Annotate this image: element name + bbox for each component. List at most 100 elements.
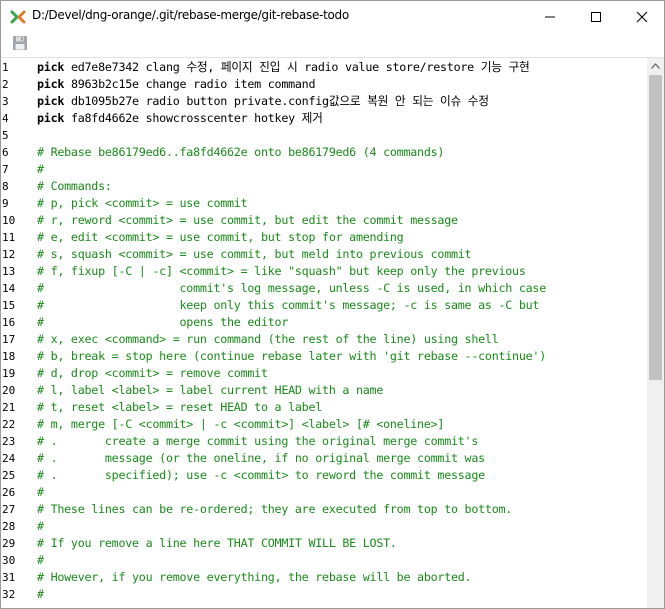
comment-line[interactable]: # keep only this commit's message; -c is… bbox=[37, 297, 539, 314]
line-text: # l, label <label> = label current HEAD … bbox=[37, 383, 384, 397]
comment-line[interactable]: # r, reword <commit> = use commit, but e… bbox=[37, 212, 458, 229]
line-text: # bbox=[37, 553, 44, 567]
comment-line[interactable]: # bbox=[37, 552, 44, 569]
line-number: 25 bbox=[2, 469, 16, 482]
line-number: 27 bbox=[2, 503, 16, 516]
line-number: 19 bbox=[2, 367, 16, 380]
line-text: # f, fixup [-C | -c] <commit> = like "sq… bbox=[37, 264, 526, 278]
line-text: # p, pick <commit> = use commit bbox=[37, 196, 248, 210]
line-number: 5 bbox=[2, 129, 9, 142]
code-line[interactable]: pick 8963b2c15e change radio item comman… bbox=[37, 76, 316, 93]
comment-line[interactable]: # d, drop <commit> = remove commit bbox=[37, 365, 268, 382]
line-text: # t, reset <label> = reset HEAD to a lab… bbox=[37, 400, 323, 414]
comment-line[interactable]: # s, squash <commit> = use commit, but m… bbox=[37, 246, 472, 263]
code-area[interactable]: pick ed7e8e7342 clang 수정, 페이지 진입 시 radio… bbox=[37, 58, 647, 608]
comment-line[interactable]: # b, break = stop here (continue rebase … bbox=[37, 348, 546, 365]
line-text: # x, exec <command> = run command (the r… bbox=[37, 332, 499, 346]
maximize-button[interactable] bbox=[573, 1, 619, 31]
comment-line[interactable]: # . message (or the oneline, if no origi… bbox=[37, 450, 485, 467]
comment-line[interactable]: # m, merge [-C <commit> | -c <commit>] <… bbox=[37, 416, 444, 433]
comment-line[interactable]: # These lines can be re-ordered; they ar… bbox=[37, 501, 512, 518]
scroll-up-button[interactable] bbox=[647, 58, 664, 75]
comment-line[interactable]: # bbox=[37, 161, 44, 178]
comment-line[interactable]: # However, if you remove everything, the… bbox=[37, 569, 472, 586]
comment-line[interactable]: # Commands: bbox=[37, 178, 112, 195]
line-text: # bbox=[37, 485, 44, 499]
line-number: 28 bbox=[2, 520, 16, 533]
line-number-gutter: 1 2 3 4 5 6 7 8 9 10 11 12 13 14 15 16 17 18 19 20 21 22 23 24 2… bbox=[1, 58, 31, 608]
comment-line[interactable]: # x, exec <command> = run command (the r… bbox=[37, 331, 499, 348]
line-number: 24 bbox=[2, 452, 16, 465]
command-keyword: pick bbox=[37, 77, 65, 91]
comment-line[interactable]: # . specified); use -c <commit> to rewor… bbox=[37, 467, 485, 484]
line-text: fa8fd4662e showcrosscenter hotkey 제거 bbox=[64, 111, 323, 125]
line-number: 30 bbox=[2, 554, 16, 567]
code-line[interactable]: pick ed7e8e7342 clang 수정, 페이지 진입 시 radio… bbox=[37, 59, 530, 76]
line-number: 22 bbox=[2, 418, 16, 431]
scroll-up-arrow-icon bbox=[651, 63, 660, 69]
line-number: 32 bbox=[2, 588, 16, 601]
close-icon bbox=[636, 11, 648, 23]
line-text: # bbox=[37, 519, 44, 533]
line-text: 8963b2c15e change radio item command bbox=[64, 77, 316, 91]
minimize-button[interactable] bbox=[527, 1, 573, 31]
line-number: 31 bbox=[2, 571, 16, 584]
line-number: 6 bbox=[2, 146, 9, 159]
line-text: # bbox=[37, 587, 44, 601]
line-text: # r, reword <commit> = use commit, but e… bbox=[37, 213, 458, 227]
comment-line[interactable]: # opens the editor bbox=[37, 314, 288, 331]
command-keyword: pick bbox=[37, 111, 65, 125]
line-number: 16 bbox=[2, 316, 16, 329]
line-number: 11 bbox=[2, 231, 16, 244]
line-text: # m, merge [-C <commit> | -c <commit>] <… bbox=[37, 417, 445, 431]
comment-line[interactable]: # f, fixup [-C | -c] <commit> = like "sq… bbox=[37, 263, 526, 280]
line-text: # d, drop <commit> = remove commit bbox=[37, 366, 268, 380]
comment-line[interactable]: # bbox=[37, 586, 44, 603]
line-number: 13 bbox=[2, 265, 16, 278]
line-text: # b, break = stop here (continue rebase … bbox=[37, 349, 546, 363]
minimize-icon bbox=[545, 16, 555, 18]
code-line[interactable]: pick fa8fd4662e showcrosscenter hotkey 제… bbox=[37, 110, 323, 127]
text-editor[interactable]: 1 2 3 4 5 6 7 8 9 10 11 12 13 14 15 16 17 18 19 20 21 22 23 24 2… bbox=[1, 58, 664, 608]
command-keyword: pick bbox=[37, 60, 65, 74]
comment-line[interactable]: # l, label <label> = label current HEAD … bbox=[37, 382, 383, 399]
comment-line[interactable]: # bbox=[37, 518, 44, 535]
line-text: # commit's log message, unless -C is use… bbox=[37, 281, 546, 295]
comment-line[interactable]: # . create a merge commit using the orig… bbox=[37, 433, 478, 450]
notepad-x-icon bbox=[10, 9, 26, 25]
line-text: # Rebase be86179ed6..fa8fd4662e onto be8… bbox=[37, 145, 445, 159]
line-number: 17 bbox=[2, 333, 16, 346]
comment-line[interactable]: # commit's log message, unless -C is use… bbox=[37, 280, 546, 297]
line-number: 1 bbox=[2, 61, 9, 74]
toolbar bbox=[1, 31, 664, 58]
scroll-thumb[interactable] bbox=[649, 75, 662, 380]
comment-line[interactable]: # Rebase be86179ed6..fa8fd4662e onto be8… bbox=[37, 144, 444, 161]
line-number: 23 bbox=[2, 435, 16, 448]
line-text: # If you remove a line here THAT COMMIT … bbox=[37, 536, 397, 550]
line-number: 18 bbox=[2, 350, 16, 363]
title-bar[interactable]: D:/Devel/dng-orange/.git/rebase-merge/gi… bbox=[1, 1, 664, 31]
line-number: 10 bbox=[2, 214, 16, 227]
line-number: 9 bbox=[2, 197, 9, 210]
editor-window: D:/Devel/dng-orange/.git/rebase-merge/gi… bbox=[0, 0, 665, 609]
close-button[interactable] bbox=[619, 1, 665, 31]
line-text: # opens the editor bbox=[37, 315, 289, 329]
comment-line[interactable]: # t, reset <label> = reset HEAD to a lab… bbox=[37, 399, 322, 416]
comment-line[interactable]: # bbox=[37, 484, 44, 501]
comment-line[interactable]: # If you remove a line here THAT COMMIT … bbox=[37, 535, 397, 552]
floppy-disk-icon bbox=[13, 36, 27, 50]
window-title: D:/Devel/dng-orange/.git/rebase-merge/gi… bbox=[32, 8, 349, 22]
line-text: # s, squash <commit> = use commit, but m… bbox=[37, 247, 472, 261]
line-number: 29 bbox=[2, 537, 16, 550]
line-text: # keep only this commit's message; -c is… bbox=[37, 298, 540, 312]
save-button[interactable] bbox=[12, 35, 30, 53]
line-text: ed7e8e7342 clang 수정, 페이지 진입 시 radio valu… bbox=[64, 60, 530, 74]
comment-line[interactable]: # e, edit <commit> = use commit, but sto… bbox=[37, 229, 404, 246]
line-number: 20 bbox=[2, 384, 16, 397]
vertical-scrollbar[interactable] bbox=[647, 58, 664, 608]
code-line[interactable]: pick db1095b27e radio button private.con… bbox=[37, 93, 489, 110]
line-text: # These lines can be re-ordered; they ar… bbox=[37, 502, 513, 516]
comment-line[interactable]: # p, pick <commit> = use commit bbox=[37, 195, 248, 212]
line-number: 3 bbox=[2, 95, 9, 108]
line-number: 4 bbox=[2, 112, 9, 125]
